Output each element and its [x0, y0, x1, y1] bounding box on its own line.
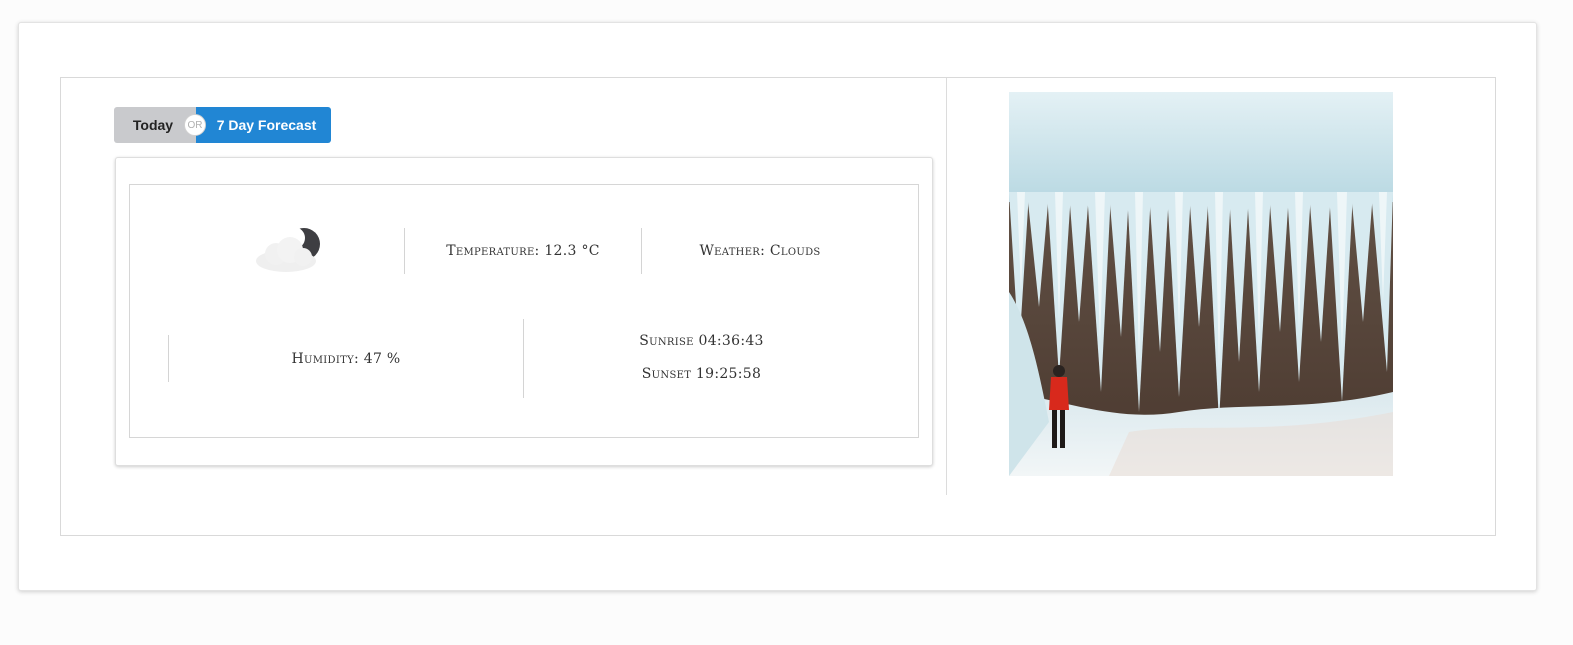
or-badge: OR [184, 114, 206, 136]
humidity-label: Humidity: 47 % [291, 350, 401, 367]
cloud-moon-icon [254, 226, 324, 274]
view-toggle: Today 7 Day Forecast OR [114, 107, 331, 143]
frozen-waterfall-photo [1009, 92, 1393, 476]
weather-condition-label: Weather: Clouds [699, 243, 821, 259]
temperature-label: Temperature: 12.3 °C [446, 243, 600, 259]
sunrise-label: Sunrise 04:36:43 [639, 333, 764, 349]
weather-details-panel [129, 184, 919, 438]
forecast-button[interactable]: 7 Day Forecast [196, 107, 331, 143]
column-divider [946, 78, 947, 495]
sunset-label: Sunset 19:25:58 [641, 366, 762, 382]
